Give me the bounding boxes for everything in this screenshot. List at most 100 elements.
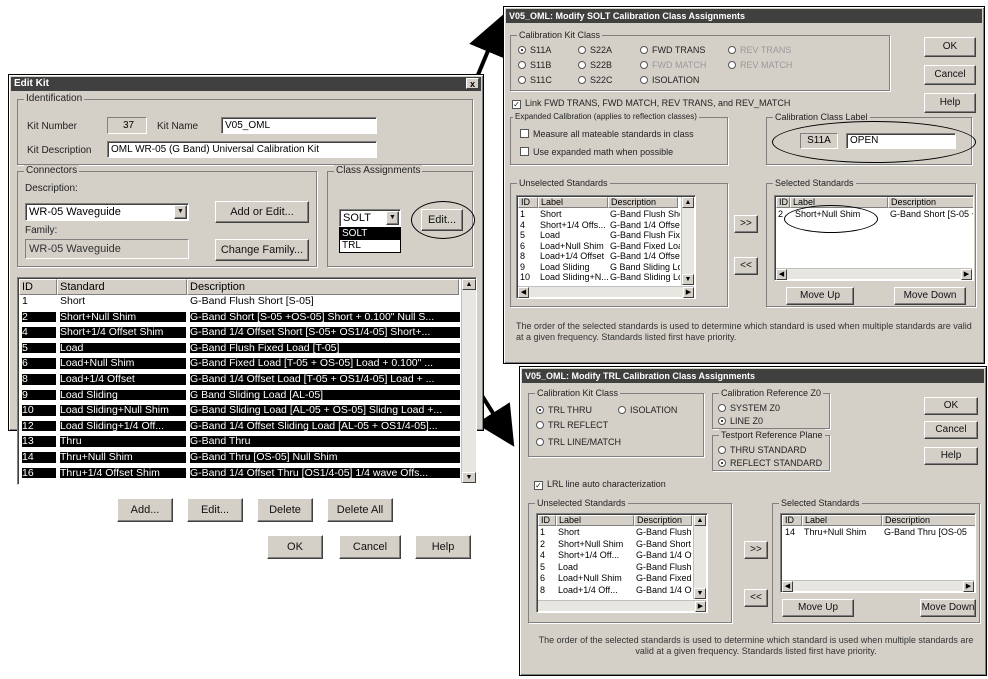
- row-id[interactable]: 10: [520, 273, 538, 282]
- kit-description-input[interactable]: OML WR-05 (G Band) Universal Calibration…: [107, 141, 377, 158]
- radio-thru-standard[interactable]: THRU STANDARD: [718, 445, 806, 455]
- row-description[interactable]: G-Band Flush Fixed Load [T-05]: [190, 342, 460, 354]
- row-id[interactable]: 4: [520, 221, 538, 230]
- row-description[interactable]: G-Band 1/4 Offset Load [T-05 + OS1/4-05]…: [190, 374, 460, 385]
- link-checkbox[interactable]: ✓ Link FWD TRANS, FWD MATCH, REV TRANS, a…: [512, 98, 790, 109]
- ok-button[interactable]: OK: [267, 535, 323, 559]
- row-description[interactable]: G-Band Fixed Lo: [636, 574, 692, 583]
- kit-name-input[interactable]: V05_OML: [221, 117, 377, 134]
- scroll-right-icon[interactable]: ▶: [695, 601, 706, 612]
- trl-u-col-id[interactable]: ID: [538, 515, 556, 526]
- row-description[interactable]: G-Band Sliding Load [AL-05 + OS-05] Slid…: [190, 405, 460, 416]
- scroll-left-icon[interactable]: ◀: [776, 269, 787, 280]
- row-id[interactable]: 14: [22, 452, 56, 463]
- row-id[interactable]: 4: [22, 327, 56, 338]
- row-label[interactable]: Short: [558, 528, 634, 537]
- radio-fwd-trans[interactable]: FWD TRANS: [640, 45, 705, 55]
- row-description[interactable]: G-Band Short [S: [636, 540, 692, 549]
- row-standard[interactable]: Load Sliding+Null Shim: [60, 405, 186, 416]
- row-id[interactable]: 13: [22, 436, 56, 447]
- row-label[interactable]: Load Sliding+N...: [540, 273, 608, 282]
- row-id[interactable]: 5: [22, 342, 56, 354]
- row-id[interactable]: 8: [22, 374, 56, 385]
- radio-rev-match[interactable]: REV MATCH: [728, 60, 792, 70]
- radio-s22b[interactable]: S22B: [578, 60, 612, 70]
- delete-all-button[interactable]: Delete All: [327, 498, 393, 522]
- solt-move-left-button[interactable]: <<: [734, 257, 758, 275]
- column-description[interactable]: Description: [187, 279, 459, 295]
- trl-ok-button[interactable]: OK: [924, 397, 978, 415]
- class-chevron-down-icon[interactable]: ▼: [386, 211, 399, 225]
- connector-description-select[interactable]: WR-05 Waveguide: [25, 203, 189, 221]
- radio-trl-thru[interactable]: TRL THRU: [536, 405, 592, 415]
- row-label[interactable]: Short+1/4 Offs...: [540, 221, 608, 230]
- row-label[interactable]: Short+1/4 Off...: [558, 551, 634, 560]
- trl-unselected-list[interactable]: ID Label Description ▲ ▼ ▶ 1 Short G-Band …: [536, 513, 708, 613]
- solt-s-col-desc[interactable]: Description: [888, 197, 973, 208]
- row-description[interactable]: G-Band Flush Fix: [636, 563, 692, 572]
- trl-u-col-label[interactable]: Label: [556, 515, 634, 526]
- delete-button[interactable]: Delete: [257, 498, 313, 522]
- solt-u-col-label[interactable]: Label: [538, 197, 608, 208]
- row-description[interactable]: G Band Sliding Load [AL-05]: [190, 389, 460, 401]
- row-id[interactable]: 1: [22, 296, 56, 307]
- row-standard[interactable]: Load Sliding+1/4 Off...: [60, 420, 186, 432]
- row-description[interactable]: G-Band Fixed Load [T-05 + OS-05] Load + …: [190, 358, 460, 369]
- radio-trl-reflect[interactable]: TRL REFLECT: [536, 420, 608, 430]
- radio-fwd-match[interactable]: FWD MATCH: [640, 60, 706, 70]
- solt-move-down-button[interactable]: Move Down: [894, 287, 966, 305]
- solt-u-col-desc[interactable]: Description: [608, 197, 678, 208]
- measure-all-checkbox[interactable]: Measure all mateable standards in class: [520, 129, 694, 139]
- radio-trl-isolation[interactable]: ISOLATION: [618, 405, 677, 415]
- row-label[interactable]: Load: [540, 231, 608, 240]
- row-description[interactable]: G-Band Thru: [190, 436, 460, 447]
- add-button[interactable]: Add...: [117, 498, 173, 522]
- row-id[interactable]: 14: [785, 528, 801, 537]
- trl-s-hscrollbar[interactable]: ◀ ▶: [782, 580, 974, 592]
- help-button[interactable]: Help: [415, 535, 471, 559]
- row-label[interactable]: Short: [540, 210, 608, 219]
- row-description[interactable]: G-Band Thru [OS-05: [884, 528, 975, 537]
- radio-trl-line-match[interactable]: TRL LINE/MATCH: [536, 437, 621, 447]
- row-description[interactable]: G-Band 1/4 Offset: [610, 221, 680, 230]
- solt-cancel-button[interactable]: Cancel: [924, 65, 976, 85]
- row-standard[interactable]: Thru+1/4 Offset Shim: [60, 467, 186, 479]
- row-id[interactable]: 1: [540, 528, 556, 537]
- scroll-up-icon[interactable]: ▲: [462, 279, 476, 290]
- row-label[interactable]: Load Sliding: [540, 263, 608, 272]
- add-or-edit-button[interactable]: Add or Edit...: [215, 201, 309, 223]
- row-description[interactable]: G-Band Flush Shor: [610, 210, 680, 219]
- radio-system-z0[interactable]: SYSTEM Z0: [718, 403, 780, 413]
- trl-u-col-desc[interactable]: Description: [634, 515, 692, 526]
- radio-line-z0[interactable]: LINE Z0: [718, 416, 763, 426]
- row-description[interactable]: G-Band Flush Short [S-05]: [190, 296, 460, 307]
- row-description[interactable]: G-Band 1/4 Offs: [636, 586, 692, 595]
- row-description[interactable]: G-Band 1/4 Offset Thru [OS1/4-05] 1/4 wa…: [190, 467, 460, 479]
- row-id[interactable]: 8: [520, 252, 538, 261]
- row-description[interactable]: G-Band Flush Sh: [636, 528, 692, 537]
- radio-isolation[interactable]: ISOLATION: [640, 75, 699, 85]
- cancel-button[interactable]: Cancel: [339, 535, 401, 559]
- row-standard[interactable]: Short: [60, 296, 186, 307]
- radio-s11a[interactable]: S11A: [518, 45, 551, 55]
- row-standard[interactable]: Load+1/4 Offset: [60, 374, 186, 385]
- row-id[interactable]: 1: [520, 210, 538, 219]
- class-option-solt[interactable]: SOLT: [340, 228, 400, 240]
- trl-move-right-button[interactable]: >>: [744, 541, 768, 559]
- row-standard[interactable]: Load: [60, 342, 186, 354]
- row-label[interactable]: Load+Null Shim: [558, 574, 634, 583]
- radio-s11c[interactable]: S11C: [518, 75, 552, 85]
- change-family-button[interactable]: Change Family...: [215, 239, 309, 261]
- row-id[interactable]: 2: [22, 311, 56, 323]
- trl-s-col-label[interactable]: Label: [802, 515, 882, 526]
- use-expanded-checkbox[interactable]: Use expanded math when possible: [520, 147, 673, 157]
- scroll-down-icon[interactable]: ▼: [682, 274, 694, 285]
- solt-s-col-id[interactable]: ID: [776, 197, 790, 208]
- row-label[interactable]: Short+Null Shim: [558, 540, 634, 549]
- row-standard[interactable]: Thru+Null Shim: [60, 452, 186, 463]
- row-id[interactable]: 8: [540, 586, 556, 595]
- edit-button[interactable]: Edit...: [187, 498, 243, 522]
- standards-list[interactable]: ID Standard Description ▲ ▼ 1 Short G-Band…: [17, 277, 477, 485]
- scroll-down-icon[interactable]: ▼: [462, 472, 476, 483]
- trl-u-scrollbar[interactable]: ▲ ▼: [693, 515, 706, 599]
